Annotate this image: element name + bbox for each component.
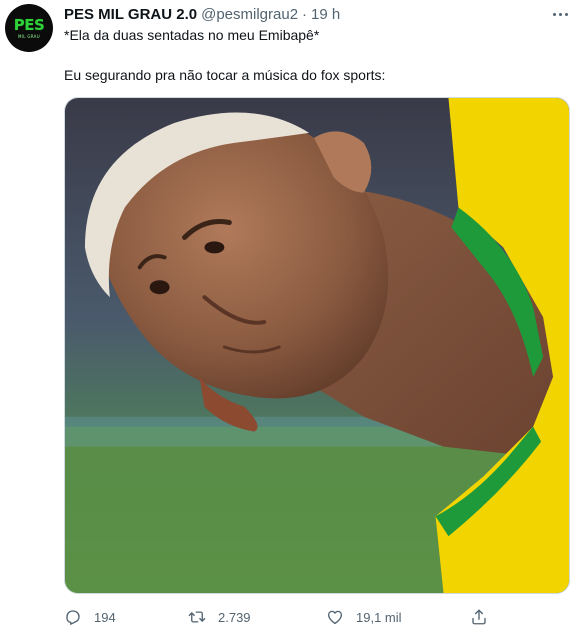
retweet-icon — [188, 611, 206, 623]
like-count: 19,1 mil — [356, 609, 402, 625]
tweet-text-line-2: Eu segurando pra não tocar a música do f… — [64, 67, 386, 83]
avatar-logo-text: PES — [13, 15, 45, 34]
avatar-logo-subtext: MIL GRAU — [18, 33, 40, 39]
reply-icon — [66, 610, 80, 625]
avatar[interactable]: PES MIL GRAU — [5, 4, 53, 52]
display-name[interactable]: PES MIL GRAU 2.0 — [64, 6, 197, 23]
tweet-text-line-1: *Ela da duas sentadas no meu Emibapê* — [64, 27, 320, 43]
reply-count: 194 — [94, 609, 116, 625]
more-options-icon[interactable] — [549, 6, 571, 22]
tweet-actions: 194 2.739 19,1 mil — [64, 604, 504, 630]
retweet-button[interactable]: 2.739 — [188, 604, 251, 630]
share-button[interactable] — [470, 604, 488, 630]
reply-button[interactable]: 194 — [64, 604, 116, 630]
retweet-count: 2.739 — [218, 609, 251, 625]
share-icon — [472, 609, 486, 625]
like-button[interactable]: 19,1 mil — [326, 604, 402, 630]
timestamp[interactable]: 19 h — [311, 6, 340, 23]
like-icon — [327, 610, 343, 625]
user-handle[interactable]: @pesmilgrau2 — [201, 6, 298, 23]
tweet: PES MIL GRAU PES MIL GRAU 2.0 @pesmilgra… — [0, 0, 584, 638]
separator-dot: · — [302, 5, 308, 23]
tweet-photo[interactable] — [64, 97, 570, 594]
tweet-header: PES MIL GRAU 2.0 @pesmilgrau2 · 19 h — [64, 4, 534, 24]
player-photo — [65, 98, 569, 593]
